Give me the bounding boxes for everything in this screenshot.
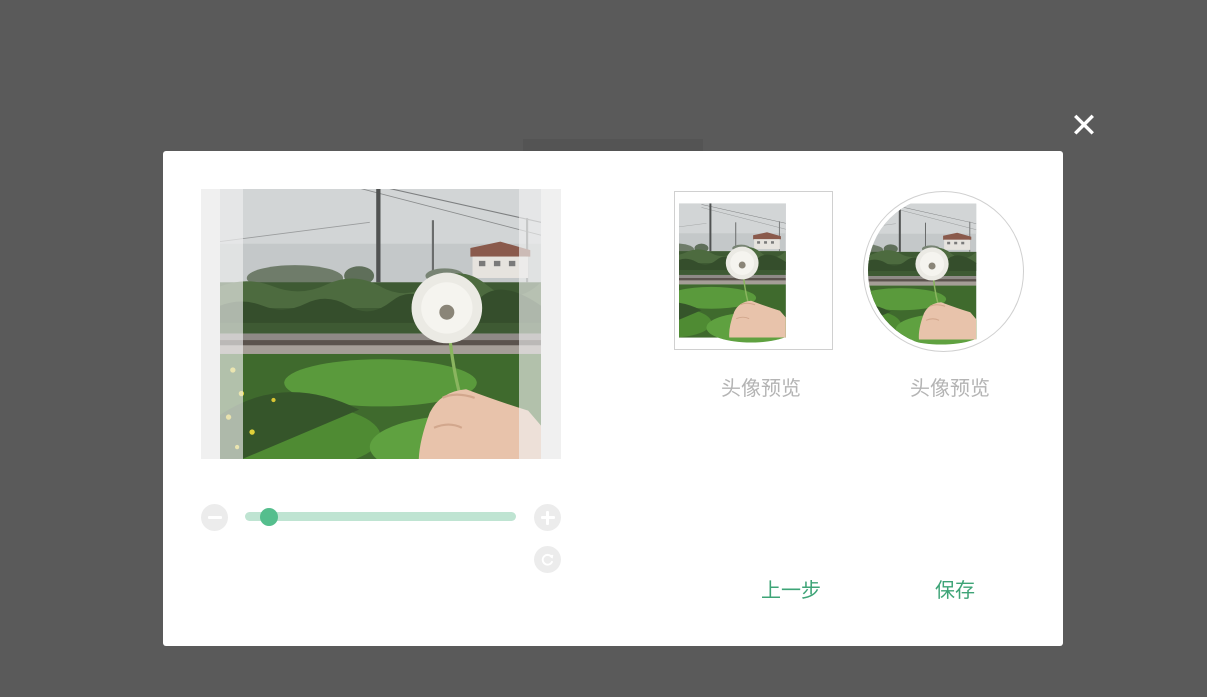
- crop-box[interactable]: [243, 189, 519, 459]
- plus-circle-icon: [540, 510, 555, 525]
- rotate-button[interactable]: [534, 546, 561, 573]
- zoom-slider[interactable]: [245, 507, 516, 526]
- background-panel-edge: [523, 139, 703, 151]
- close-icon[interactable]: ✕: [1066, 108, 1102, 144]
- image-cropper[interactable]: [201, 189, 561, 459]
- zoom-out-button[interactable]: [201, 504, 228, 531]
- previous-step-button[interactable]: 上一步: [761, 574, 821, 603]
- avatar-preview-square: [674, 191, 833, 350]
- preview-circle-label: 头像预览: [910, 376, 990, 400]
- save-button[interactable]: 保存: [935, 574, 975, 603]
- avatar-crop-dialog: 头像预览 头像预览 上一步 保存: [163, 151, 1063, 646]
- minus-circle-icon: [207, 516, 222, 519]
- preview-square-label: 头像预览: [721, 376, 801, 400]
- crop-mask-right: [519, 189, 541, 459]
- rotate-icon: [541, 553, 554, 566]
- avatar-preview-circle: [863, 191, 1024, 352]
- zoom-in-button[interactable]: [534, 504, 561, 531]
- crop-mask-left: [220, 189, 243, 459]
- zoom-slider-handle[interactable]: [260, 507, 279, 526]
